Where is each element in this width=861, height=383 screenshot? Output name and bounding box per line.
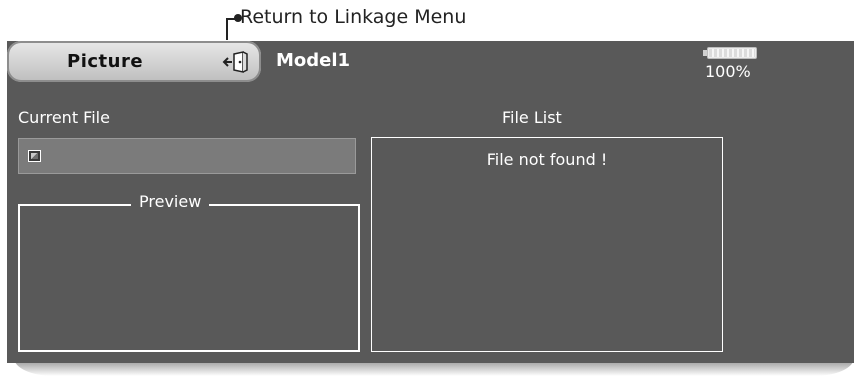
return-door-icon[interactable]: [220, 49, 254, 75]
battery-level-fill: [709, 49, 755, 57]
battery-icon: [703, 47, 759, 59]
callout-leader-vertical: [226, 18, 228, 40]
return-callout: Return to Linkage Menu: [226, 0, 626, 40]
battery-body: [707, 47, 757, 59]
file-list[interactable]: File not found !: [371, 137, 723, 352]
file-list-label: File List: [502, 108, 562, 127]
picture-tab[interactable]: Picture: [7, 41, 261, 82]
battery-percent: 100%: [705, 62, 751, 81]
preview-frame: [18, 204, 360, 352]
callout-text: Return to Linkage Menu: [240, 6, 467, 28]
model-name: Model1: [276, 50, 351, 71]
current-file-field[interactable]: [18, 138, 356, 174]
tab-title: Picture: [67, 51, 144, 72]
file-list-empty-message: File not found !: [486, 150, 608, 169]
picture-file-icon: [28, 150, 41, 162]
current-file-label: Current File: [18, 108, 110, 127]
preview-label: Preview: [131, 192, 210, 211]
